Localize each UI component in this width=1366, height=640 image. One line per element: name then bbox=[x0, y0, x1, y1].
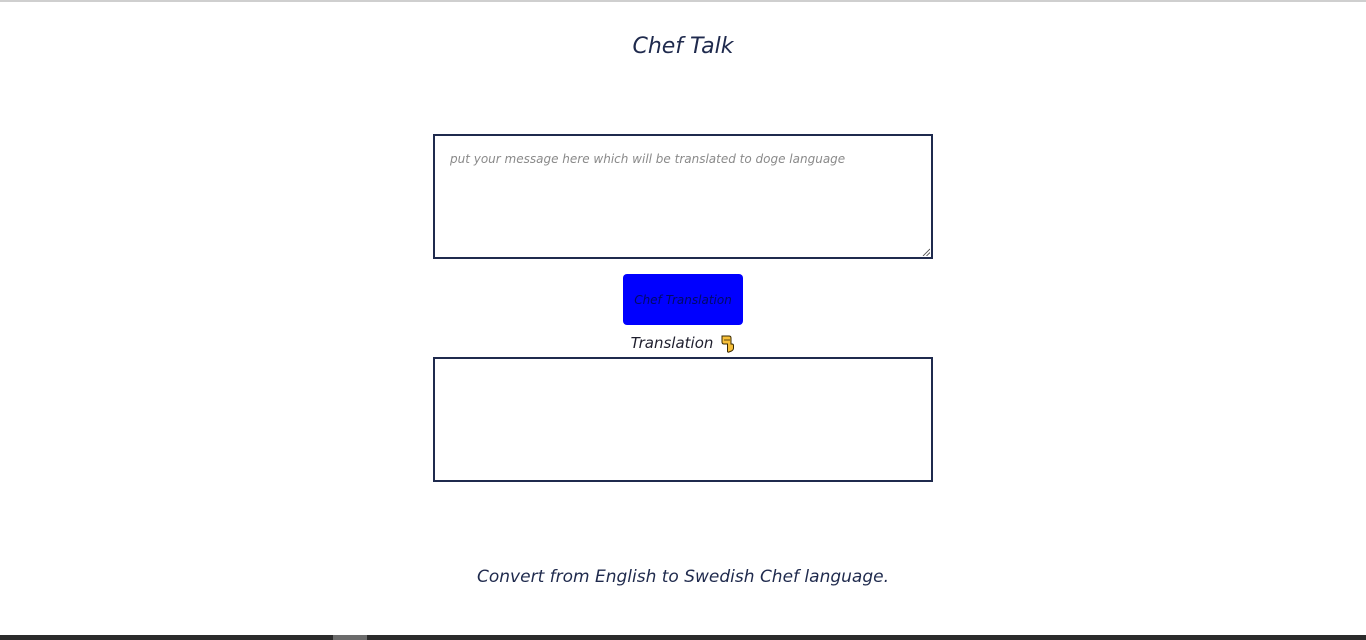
chef-translation-button[interactable]: Chef Translation bbox=[623, 274, 743, 325]
resize-handle-icon[interactable] bbox=[922, 248, 930, 256]
input-container bbox=[433, 134, 933, 259]
bottom-bar bbox=[0, 635, 1366, 640]
page-title: Chef Talk bbox=[632, 34, 734, 59]
footer-description: Convert from English to Swedish Chef lan… bbox=[477, 567, 889, 587]
pointing-down-hand-icon bbox=[721, 335, 735, 353]
bottom-bar-segment bbox=[333, 635, 367, 640]
top-divider bbox=[0, 0, 1366, 2]
translation-output-box bbox=[433, 357, 933, 482]
translation-output bbox=[435, 359, 931, 480]
message-input[interactable] bbox=[435, 136, 931, 257]
translation-label: Translation bbox=[0, 334, 1366, 353]
translation-label-text: Translation bbox=[630, 334, 714, 352]
